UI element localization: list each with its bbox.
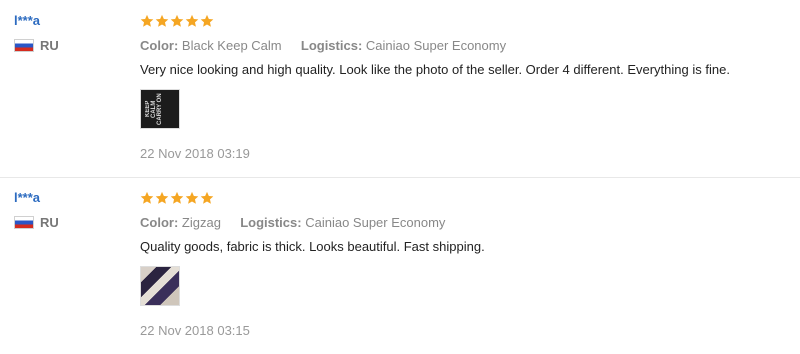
star-icon: [140, 14, 154, 28]
russia-flag-icon: [14, 39, 34, 52]
reviewer-name-link[interactable]: l***a: [14, 12, 124, 30]
star-icon: [170, 14, 184, 28]
reviewer-country: RU: [14, 38, 124, 53]
star-icon: [140, 191, 154, 205]
order-attributes: Color: Zigzag Logistics: Cainiao Super E…: [140, 214, 790, 232]
review-photo-thumbnail[interactable]: [140, 266, 180, 306]
review-body: Color: Black Keep Calm Logistics: Cainia…: [140, 12, 790, 163]
star-rating: [140, 12, 790, 30]
country-code: RU: [40, 215, 59, 230]
review-date: 22 Nov 2018 03:15: [140, 323, 250, 338]
logistics-value: Cainiao Super Economy: [365, 38, 507, 53]
reviewer-info: l***a RU: [14, 189, 124, 230]
russia-flag-icon: [14, 216, 34, 229]
star-icon: [155, 191, 169, 205]
star-icon: [170, 191, 184, 205]
star-icon: [185, 191, 199, 205]
color-label: Color:: [140, 38, 179, 53]
color-label: Color:: [140, 215, 179, 230]
review-photo-thumbnail[interactable]: KEEP CALM CARRY ON: [140, 89, 180, 129]
logistics-label: Logistics:: [300, 38, 363, 53]
star-icon: [200, 191, 214, 205]
star-icon: [155, 14, 169, 28]
review-text: Quality goods, fabric is thick. Looks be…: [140, 239, 485, 254]
review-text: Very nice looking and high quality. Look…: [140, 62, 730, 77]
star-icon: [185, 14, 199, 28]
review-item: l***a RU Color: Zigzag Logistics: Cainia…: [0, 177, 800, 354]
review-body: Color: Zigzag Logistics: Cainiao Super E…: [140, 189, 790, 340]
logistics-value: Cainiao Super Economy: [305, 215, 446, 230]
color-value: Black Keep Calm: [181, 38, 282, 53]
keep-calm-photo-icon: KEEP CALM CARRY ON: [145, 93, 163, 125]
reviewer-name-link[interactable]: l***a: [14, 189, 124, 207]
country-code: RU: [40, 38, 59, 53]
review-date: 22 Nov 2018 03:19: [140, 146, 250, 161]
logistics-label: Logistics:: [240, 215, 302, 230]
color-value: Zigzag: [181, 215, 221, 230]
star-icon: [200, 14, 214, 28]
reviewer-country: RU: [14, 215, 124, 230]
reviewer-info: l***a RU: [14, 12, 124, 53]
review-item: l***a RU Color: Black Keep Calm Logistic…: [0, 0, 800, 178]
star-rating: [140, 189, 790, 207]
order-attributes: Color: Black Keep Calm Logistics: Cainia…: [140, 37, 790, 55]
